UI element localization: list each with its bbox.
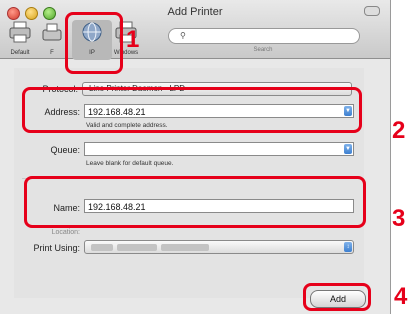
queue-hint: Leave blank for default queue. [86, 160, 174, 167]
queue-dropdown-icon[interactable]: ▼ [344, 144, 352, 154]
search-icon: ⚲ [180, 31, 186, 40]
print-using-label: Print Using: [33, 243, 80, 253]
callout-number-3: 3 [392, 205, 406, 232]
add-printer-window: Add Printer Default F IP Windows ⚲ Searc… [0, 0, 391, 314]
printer-icon [9, 21, 31, 43]
callout-box-1 [65, 12, 123, 74]
callout-box-3 [24, 176, 366, 228]
toolbar-toggle-button[interactable] [364, 6, 380, 16]
callout-number-2: 2 [392, 117, 406, 144]
callout-number-1: 1 [126, 26, 140, 53]
title-bar: Add Printer Default F IP Windows ⚲ Searc… [0, 0, 390, 60]
queue-label: Queue: [50, 145, 80, 155]
blurred-text [117, 244, 157, 251]
window-title: Add Printer [167, 6, 223, 18]
location-label: Location: [51, 229, 80, 236]
blurred-text [161, 244, 209, 251]
blurred-text [91, 244, 113, 251]
search-field[interactable]: ⚲ [168, 28, 360, 44]
print-using-select[interactable]: ↕ [84, 240, 354, 254]
callout-box-2 [22, 87, 362, 133]
fax-icon [42, 23, 62, 41]
search-label: Search [253, 47, 273, 53]
callout-box-4 [303, 283, 371, 311]
callout-number-4: 4 [394, 283, 408, 310]
print-using-dropdown-icon[interactable]: ↕ [344, 242, 352, 252]
queue-field[interactable]: ▼ [84, 142, 354, 156]
